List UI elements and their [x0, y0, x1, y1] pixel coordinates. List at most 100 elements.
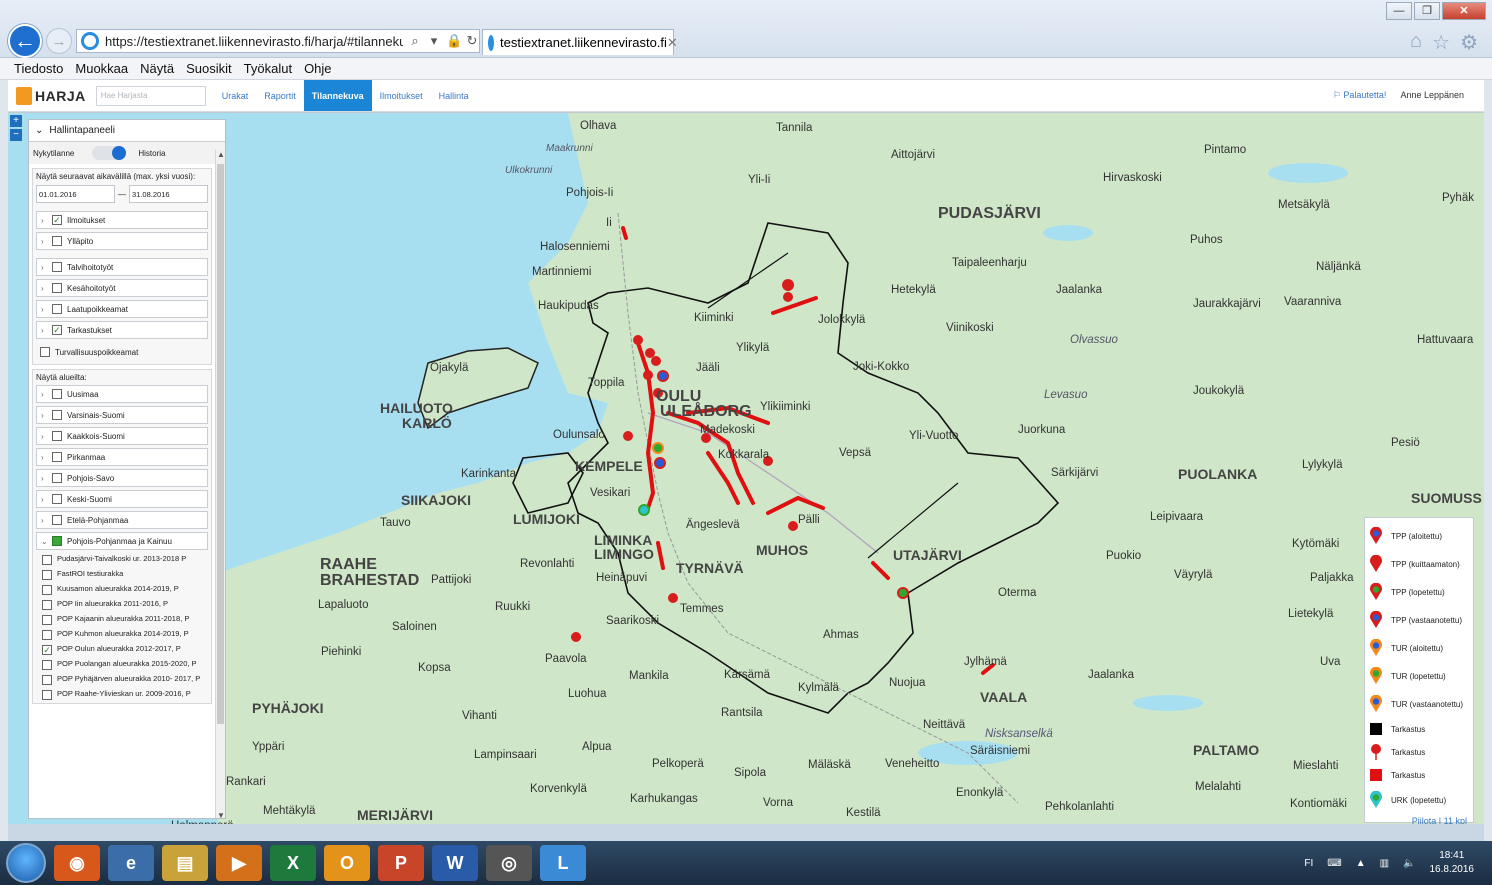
checkbox[interactable]	[52, 494, 62, 504]
nav-hallinta[interactable]: Hallinta	[431, 80, 477, 111]
checkbox[interactable]	[42, 615, 52, 625]
area-varsinais-suomi[interactable]: › Varsinais-Suomi	[36, 406, 208, 424]
checkbox[interactable]	[42, 675, 52, 685]
contract-item[interactable]: POP Iin alueurakka 2011-2016, P	[36, 599, 208, 610]
nav-urakat[interactable]: Urakat	[214, 80, 257, 111]
contract-item[interactable]: POP Kuhmon alueurakka 2014-2019, P	[36, 629, 208, 640]
nav-raportit[interactable]: Raportit	[256, 80, 304, 111]
area-pohjois-savo[interactable]: › Pohjois-Savo	[36, 469, 208, 487]
menu-edit[interactable]: Muokkaa	[75, 61, 128, 76]
tab-close-icon[interactable]: ✕	[667, 35, 678, 51]
checkbox[interactable]	[52, 304, 62, 314]
checkbox[interactable]	[52, 283, 62, 293]
layer-ilmoitukset[interactable]: › ✓ Ilmoitukset	[36, 211, 208, 229]
checkbox-checked[interactable]: ✓	[42, 645, 52, 655]
area-pirkanmaa[interactable]: › Pirkanmaa	[36, 448, 208, 466]
menu-tools[interactable]: Työkalut	[244, 61, 292, 76]
layer-laatupoikkeamat[interactable]: › Laatupoikkeamat	[36, 300, 208, 318]
contract-item[interactable]: Pudasjärvi-Taivalkoski ur. 2013-2018 P	[36, 554, 208, 565]
checkbox-checked[interactable]: ✓	[52, 215, 62, 225]
language-indicator[interactable]: FI	[1304, 858, 1313, 869]
legend-hide-link[interactable]: Piilota	[1412, 816, 1437, 824]
refresh-icon[interactable]: ↻	[465, 33, 479, 49]
contract-item[interactable]: POP Puolangan alueurakka 2015-2020, P	[36, 659, 208, 670]
url-text[interactable]: https://testiextranet.liikennevirasto.fi…	[105, 34, 403, 49]
checkbox[interactable]	[52, 473, 62, 483]
date-from-input[interactable]: 01.01.2016	[36, 185, 115, 203]
maximize-button[interactable]: ❐	[1414, 2, 1440, 20]
checkbox[interactable]	[42, 585, 52, 595]
contract-item[interactable]: Kuusamon alueurakka 2014-2019, P	[36, 584, 208, 595]
checkbox[interactable]	[52, 389, 62, 399]
checkbox[interactable]	[42, 600, 52, 610]
contract-item[interactable]: POP Kajaanin alueurakka 2011-2018, P	[36, 614, 208, 625]
menu-favorites[interactable]: Suosikit	[186, 61, 232, 76]
checkbox[interactable]	[42, 690, 52, 700]
menu-view[interactable]: Näytä	[140, 61, 174, 76]
contract-item[interactable]: POP Pyhäjärven alueurakka 2010- 2017, P	[36, 674, 208, 685]
user-name[interactable]: Anne Leppänen	[1400, 90, 1464, 101]
home-icon[interactable]: ⌂	[1410, 30, 1422, 55]
tray-expand-icon[interactable]: ▲	[1356, 858, 1366, 869]
forward-button[interactable]: →	[46, 28, 72, 54]
map-canvas[interactable]: Olhava Tannila Maakrunni Aittojärvi Pint…	[8, 113, 1484, 824]
favorites-star-icon[interactable]: ☆	[1432, 30, 1450, 55]
menu-help[interactable]: Ohje	[304, 61, 331, 76]
panel-scrollbar[interactable]: ▲ ▼	[215, 150, 225, 818]
scroll-down-icon[interactable]: ▼	[217, 811, 225, 818]
scroll-thumb[interactable]	[217, 164, 224, 724]
lock-icon[interactable]: 🔒	[446, 33, 462, 49]
back-button[interactable]: ←	[8, 24, 42, 58]
nav-tilannekuva[interactable]: Tilannekuva	[303, 80, 372, 111]
map-view[interactable]: Olhava Tannila Maakrunni Aittojärvi Pint…	[8, 112, 1484, 824]
browser-tab[interactable]: testiextranet.liikennevirasto.fi ✕	[482, 29, 678, 55]
feedback-link[interactable]: ⚐ Palautetta!	[1333, 90, 1387, 101]
panel-header[interactable]: ⌄ Hallintapaneeli	[29, 120, 225, 142]
checkbox[interactable]	[52, 262, 62, 272]
app-search-input[interactable]: Hae Harjasta	[95, 85, 206, 106]
checkbox[interactable]	[52, 452, 62, 462]
close-window-button[interactable]: ✕	[1442, 2, 1486, 20]
history-toggle[interactable]	[92, 146, 127, 160]
zoom-in-button[interactable]: +	[10, 115, 22, 127]
contract-item[interactable]: ✓ POP Oulun alueurakka 2012-2017, P	[36, 644, 208, 655]
checkbox-partial[interactable]	[52, 536, 62, 546]
zoom-out-button[interactable]: −	[10, 129, 22, 141]
scroll-up-icon[interactable]: ▲	[217, 150, 225, 159]
checkbox[interactable]	[42, 570, 52, 580]
dropdown-icon[interactable]: ▾	[427, 33, 441, 49]
checkbox[interactable]	[42, 555, 52, 565]
firefox-icon[interactable]: ◉	[54, 845, 100, 881]
area-keski-suomi[interactable]: › Keski-Suomi	[36, 490, 208, 508]
harja-logo[interactable]: HARJA	[16, 86, 86, 105]
checkbox[interactable]	[52, 431, 62, 441]
layer-turvallisuuspoikkeamat[interactable]: Turvallisuuspoikkeamat	[36, 343, 208, 361]
area-kaakkois-suomi[interactable]: › Kaakkois-Suomi	[36, 427, 208, 445]
file-explorer-icon[interactable]: ▤	[162, 845, 208, 881]
contract-item[interactable]: FastROI testiurakka	[36, 569, 208, 580]
area-pohjois-pohjanmaa[interactable]: ⌄ Pohjois-Pohjanmaa ja Kainuu	[36, 532, 208, 550]
checkbox[interactable]	[52, 236, 62, 246]
powerpoint-icon[interactable]: P	[378, 845, 424, 881]
outlook-icon[interactable]: O	[324, 845, 370, 881]
contract-item[interactable]: POP Raahe-Ylivieskan ur. 2009-2016, P	[36, 689, 208, 700]
checkbox[interactable]	[52, 515, 62, 525]
checkbox[interactable]	[52, 410, 62, 420]
checkbox[interactable]	[42, 630, 52, 640]
layer-talvihoitotyot[interactable]: › Talvihoitotyöt	[36, 258, 208, 276]
checkbox-checked[interactable]: ✓	[52, 325, 62, 335]
word-icon[interactable]: W	[432, 845, 478, 881]
volume-icon[interactable]: 🔈	[1403, 858, 1415, 869]
excel-icon[interactable]: X	[270, 845, 316, 881]
lync-icon[interactable]: L	[540, 845, 586, 881]
layer-yllapito[interactable]: › Ylläpito	[36, 232, 208, 250]
address-bar[interactable]: https://testiextranet.liikennevirasto.fi…	[76, 29, 480, 53]
media-player-icon[interactable]: ▶	[216, 845, 262, 881]
gear-icon[interactable]: ⚙	[1460, 30, 1478, 55]
menu-file[interactable]: Tiedosto	[14, 61, 63, 76]
keyboard-icon[interactable]: ⌨	[1327, 858, 1341, 869]
nav-ilmoitukset[interactable]: Ilmoitukset	[372, 80, 431, 111]
internet-explorer-icon[interactable]: e	[108, 845, 154, 881]
layer-kesahoitotyot[interactable]: › Kesähoitotyöt	[36, 279, 208, 297]
area-uusimaa[interactable]: › Uusimaa	[36, 385, 208, 403]
